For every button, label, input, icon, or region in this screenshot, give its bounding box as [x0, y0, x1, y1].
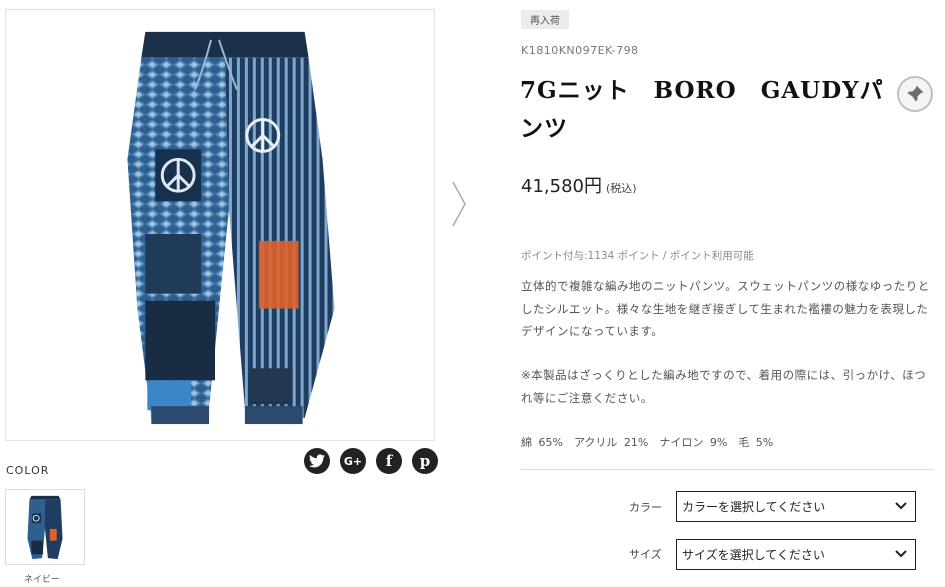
- pinterest-share-button[interactable]: p: [412, 448, 438, 474]
- color-select-value: カラーを選択してください: [682, 500, 826, 514]
- favorite-pin-button[interactable]: [897, 76, 933, 112]
- product-price: 41,580円 (税込): [521, 172, 637, 198]
- facebook-share-button[interactable]: f: [376, 448, 402, 474]
- chevron-down-icon: [895, 550, 907, 558]
- main-product-image[interactable]: [5, 9, 435, 441]
- product-sku: K1810KN097EK-798: [521, 44, 639, 57]
- product-title: 7Gニット BORO GAUDYパンツ: [520, 77, 884, 142]
- color-section-label: COLOR: [6, 464, 50, 477]
- chevron-down-icon: [895, 502, 907, 510]
- size-option-label: サイズ: [629, 548, 662, 561]
- color-option-label: カラー: [629, 501, 662, 514]
- chevron-right-icon: [452, 181, 466, 227]
- thumbnail-image: [27, 495, 63, 560]
- google-plus-icon: G+: [343, 454, 363, 468]
- points-note: ポイント付与:1134 ポイント / ポイント利用可能: [521, 250, 754, 262]
- google-plus-share-button[interactable]: G+: [340, 448, 366, 474]
- material-composition: 綿 65% アクリル 21% ナイロン 9% 毛 5%: [521, 436, 774, 449]
- size-select[interactable]: サイズを選択してください: [676, 539, 916, 570]
- price-value: 41,580円: [521, 176, 602, 197]
- size-select-value: サイズを選択してください: [682, 548, 825, 562]
- product-description: 立体的で複雑な編み地のニットパンツ。スウェットパンツの様なゆったりとしたシルエッ…: [521, 279, 930, 338]
- color-select[interactable]: カラーを選択してください: [676, 491, 916, 522]
- facebook-icon: f: [385, 452, 393, 470]
- twitter-share-button[interactable]: [304, 448, 330, 474]
- pants-image: [127, 31, 335, 425]
- color-thumbnail-navy[interactable]: [5, 489, 85, 565]
- divider: [521, 469, 934, 470]
- social-share-bar: G+ f p: [304, 448, 438, 474]
- thumbnail-caption: ネイビー: [24, 575, 61, 585]
- twitter-icon: [309, 454, 325, 468]
- tax-note: (税込): [605, 182, 637, 195]
- pin-icon: [907, 85, 924, 102]
- care-note: ※本製品はざっくりとした編み地ですので、着用の際には、引っかけ、ほつれ等にご注意…: [521, 368, 927, 405]
- restock-badge: 再入荷: [521, 10, 569, 29]
- next-image-button[interactable]: [446, 178, 472, 230]
- pinterest-icon: p: [419, 452, 431, 470]
